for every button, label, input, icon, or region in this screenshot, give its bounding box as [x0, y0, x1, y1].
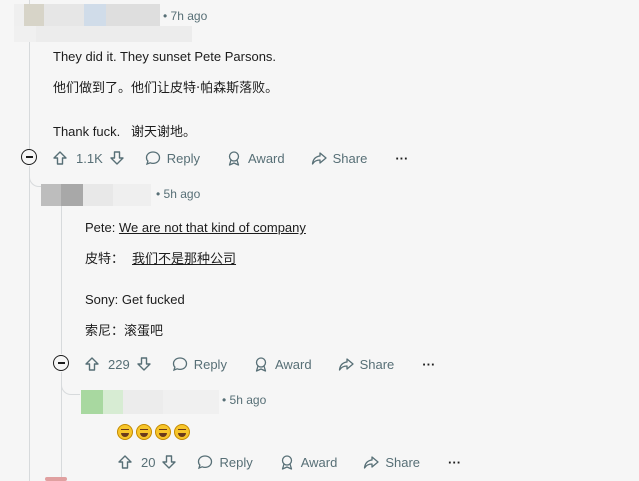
- share-button[interactable]: Share: [311, 150, 368, 166]
- rolling-on-floor-laughing-emoji: [155, 424, 171, 440]
- reply-button[interactable]: Reply: [145, 150, 200, 166]
- more-icon: ···: [422, 356, 436, 372]
- share-button[interactable]: Share: [363, 454, 420, 470]
- quote-link-cn[interactable]: 我们不是那种公司: [132, 252, 236, 267]
- reply-label: Reply: [219, 454, 253, 470]
- share-arrow-icon: [338, 358, 354, 371]
- comment-actions: 229 Reply Award Share ···: [84, 352, 435, 376]
- downvote-icon: [137, 357, 151, 371]
- more-icon: ···: [448, 454, 462, 470]
- quote-line-cn: 皮特： 我们不是那种公司: [85, 248, 236, 267]
- username-redacted-lower: [14, 26, 192, 42]
- downvote-icon: [110, 151, 124, 165]
- award-button[interactable]: Award: [279, 454, 338, 470]
- comment-actions: 20 Reply Award Share ···: [117, 450, 461, 474]
- more-button[interactable]: ···: [422, 357, 435, 372]
- downvote-button[interactable]: [109, 150, 125, 166]
- rolling-on-floor-laughing-emoji: [174, 424, 190, 440]
- more-button[interactable]: ···: [395, 151, 408, 166]
- comment-text-line: They did it. They sunset Pete Parsons.: [53, 49, 277, 64]
- comment-text-line-cn: 索尼：滚蛋吧: [85, 324, 164, 339]
- upvote-icon: [118, 455, 132, 469]
- comment-timestamp: • 7h ago: [163, 9, 208, 23]
- share-label: Share: [385, 454, 421, 470]
- avatar[interactable]: [45, 477, 67, 481]
- emoji-row: [117, 424, 193, 440]
- award-label: Award: [300, 454, 338, 470]
- comment-actions: 1.1K Reply Award Share ···: [52, 146, 408, 170]
- upvote-icon: [85, 357, 99, 371]
- comment-text-line-cn: 他们做到了。他们让皮特·帕森斯落败。: [53, 81, 279, 96]
- award-button[interactable]: Award: [226, 150, 285, 166]
- more-icon: ···: [395, 150, 409, 166]
- username-redacted[interactable]: [81, 390, 219, 414]
- collapse-icon[interactable]: [21, 149, 37, 165]
- award-icon: [255, 357, 267, 372]
- downvote-button[interactable]: [136, 356, 152, 372]
- share-label: Share: [359, 356, 395, 372]
- comment-text-line: Sony: Get fucked: [85, 292, 185, 307]
- upvote-button[interactable]: [117, 454, 133, 470]
- quote-link[interactable]: We are not that kind of company: [119, 220, 306, 235]
- comment-timestamp: • 5h ago: [156, 187, 201, 201]
- upvote-button[interactable]: [84, 356, 100, 372]
- username-redacted[interactable]: [41, 184, 151, 206]
- reply-button[interactable]: Reply: [197, 454, 253, 470]
- upvote-icon: [53, 151, 67, 165]
- share-arrow-icon: [364, 456, 379, 469]
- thread-line-reply1: [61, 206, 62, 354]
- rolling-on-floor-laughing-emoji: [117, 424, 133, 440]
- reply-label: Reply: [166, 150, 200, 166]
- award-label: Award: [274, 356, 312, 372]
- award-icon: [281, 455, 292, 470]
- reply-bubble-icon: [198, 455, 213, 470]
- vote-count: 20: [141, 454, 156, 470]
- collapse-icon[interactable]: [53, 355, 69, 371]
- vote-count: 1.1K: [76, 150, 103, 166]
- thread-connector-2: [61, 376, 80, 395]
- award-button[interactable]: Award: [253, 356, 312, 372]
- thread-line-root-lower: [29, 166, 30, 481]
- award-icon: [228, 151, 240, 166]
- downvote-button[interactable]: [161, 454, 177, 470]
- share-arrow-icon: [311, 152, 327, 165]
- vote-count: 229: [108, 356, 130, 372]
- downvote-icon: [162, 455, 177, 469]
- reply-bubble-icon: [145, 151, 160, 166]
- share-button[interactable]: Share: [338, 356, 395, 372]
- upvote-button[interactable]: [52, 150, 68, 166]
- more-button[interactable]: ···: [448, 455, 461, 470]
- reply-button[interactable]: Reply: [172, 356, 227, 372]
- comment-timestamp: • 5h ago: [222, 393, 267, 407]
- quote-speaker-cn: 皮特：: [85, 252, 125, 267]
- comment-text-line: Thank fuck. 谢天谢地。: [53, 124, 197, 139]
- reply-bubble-icon: [172, 357, 187, 372]
- username-redacted[interactable]: [14, 4, 160, 26]
- reply-label: Reply: [193, 356, 227, 372]
- quote-line: Pete: We are not that kind of company: [85, 220, 306, 235]
- award-label: Award: [248, 150, 285, 166]
- share-label: Share: [332, 150, 368, 166]
- quote-speaker: Pete:: [85, 220, 119, 235]
- rolling-on-floor-laughing-emoji: [136, 424, 152, 440]
